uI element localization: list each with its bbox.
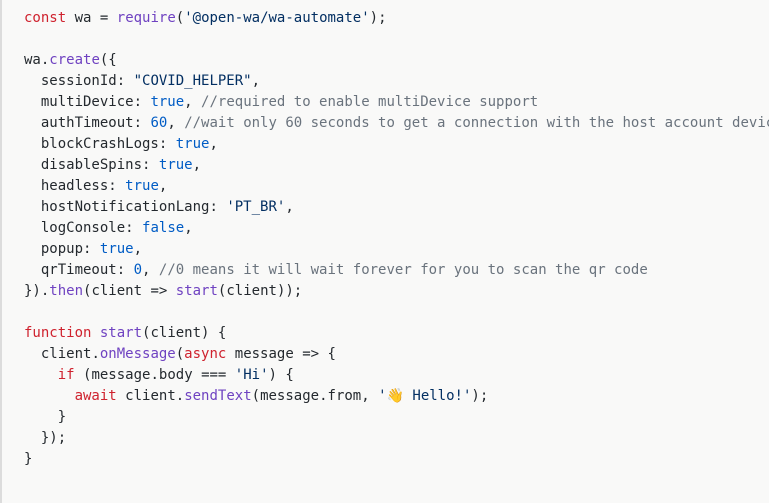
string-hi: 'Hi': [235, 367, 269, 383]
keyword-const: const: [24, 10, 66, 26]
prop-popup: popup: [41, 241, 83, 257]
prop-qrTimeout: qrTimeout: [41, 262, 117, 278]
fn-create: create: [49, 52, 100, 68]
keyword-if: if: [58, 367, 75, 383]
prop-headless: headless: [41, 178, 108, 194]
val-hostNotificationLang: 'PT_BR': [226, 199, 285, 215]
val-multiDevice: true: [150, 94, 184, 110]
code-block: const wa = require('@open-wa/wa-automate…: [0, 0, 769, 503]
val-logConsole: false: [142, 220, 184, 236]
prop-sessionId: sessionId: [41, 73, 117, 89]
fn-then: then: [49, 283, 83, 299]
keyword-function: function: [24, 325, 91, 341]
fn-onMessage: onMessage: [100, 346, 176, 362]
prop-blockCrashLogs: blockCrashLogs: [41, 136, 159, 152]
val-qrTimeout: 0: [134, 262, 142, 278]
string-hello: '👋 Hello!': [378, 388, 471, 404]
fn-require: require: [117, 10, 176, 26]
fn-sendText: sendText: [184, 388, 251, 404]
prop-multiDevice: multiDevice: [41, 94, 134, 110]
val-blockCrashLogs: true: [176, 136, 210, 152]
keyword-async: async: [184, 346, 226, 362]
keyword-await: await: [75, 388, 117, 404]
prop-logConsole: logConsole: [41, 220, 125, 236]
prop-authTimeout: authTimeout: [41, 115, 134, 131]
fn-start-call: start: [176, 283, 218, 299]
val-popup: true: [100, 241, 134, 257]
val-headless: true: [125, 178, 159, 194]
comment-authTimeout: //wait only 60 seconds to get a connecti…: [184, 115, 769, 131]
code-content: const wa = require('@open-wa/wa-automate…: [24, 8, 769, 470]
ident-wa: wa: [75, 10, 92, 26]
val-authTimeout: 60: [150, 115, 167, 131]
val-sessionId: "COVID_HELPER": [134, 73, 252, 89]
string-package: '@open-wa/wa-automate': [184, 10, 369, 26]
comment-qrTimeout: //0 means it will wait forever for you t…: [159, 262, 648, 278]
prop-disableSpins: disableSpins: [41, 157, 142, 173]
val-disableSpins: true: [159, 157, 193, 173]
prop-hostNotificationLang: hostNotificationLang: [41, 199, 210, 215]
comment-multiDevice: //required to enable multiDevice support: [201, 94, 538, 110]
fn-start-def: start: [100, 325, 142, 341]
